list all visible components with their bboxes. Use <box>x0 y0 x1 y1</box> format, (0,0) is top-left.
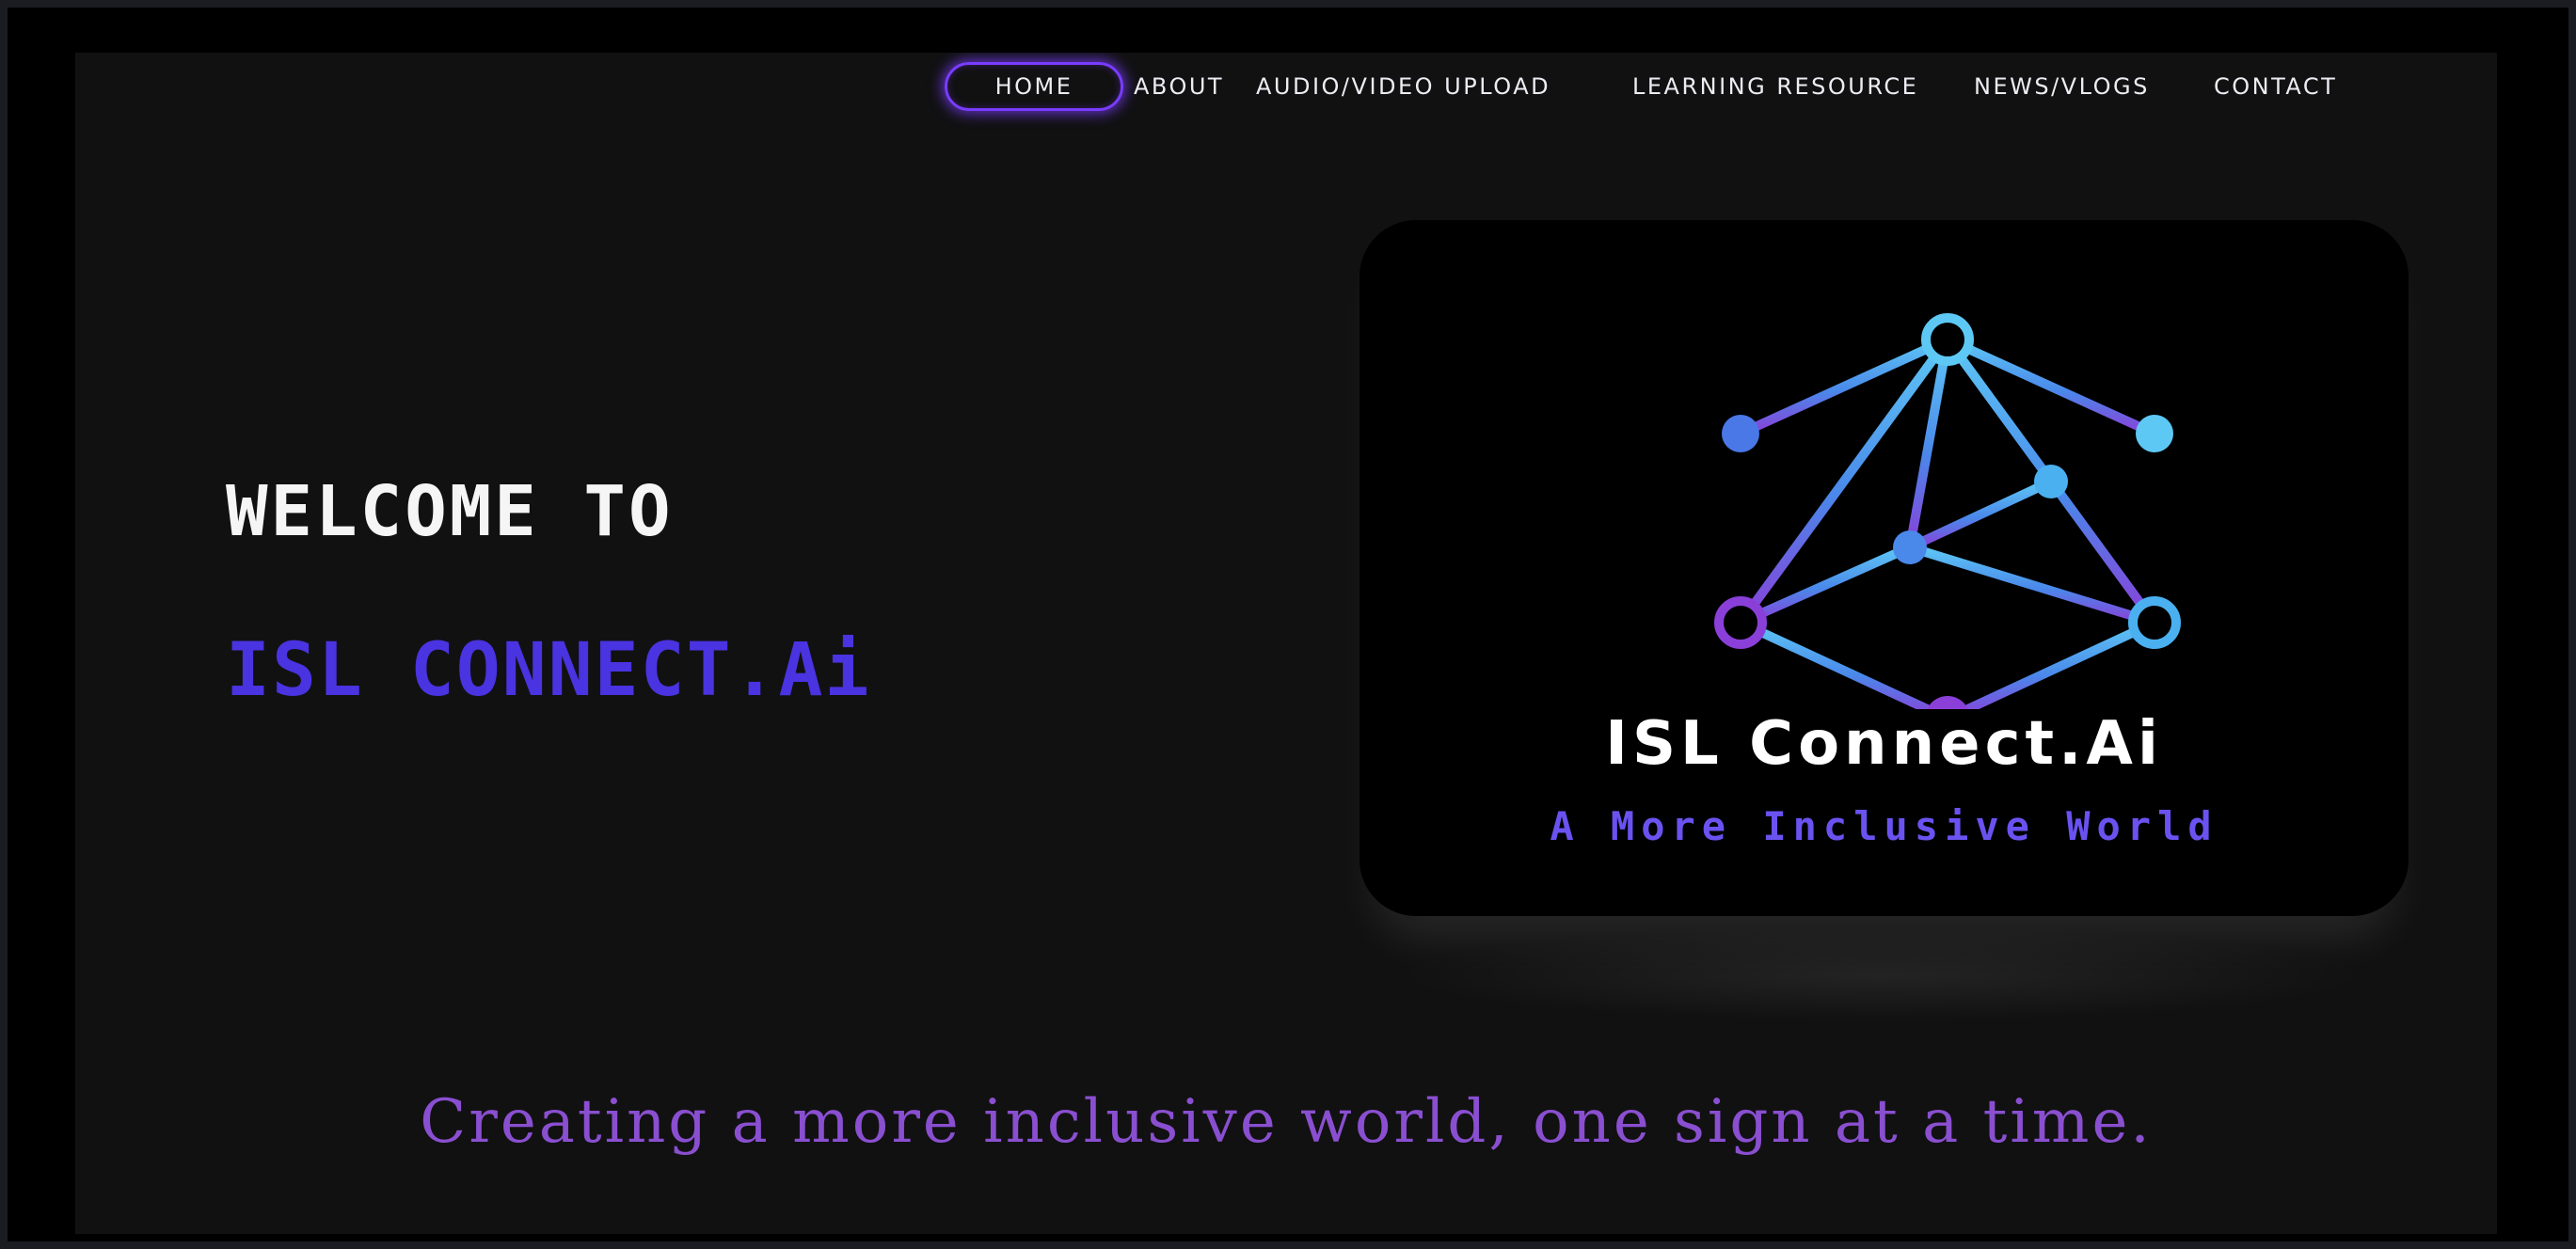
graph-node <box>1893 530 1927 564</box>
network-hexagon-icon <box>1714 313 2181 709</box>
nav-learning-resource-link[interactable]: LEARNING RESOURCE <box>1632 62 1918 111</box>
welcome-heading: WELCOME TO <box>226 471 674 552</box>
nav-about-link[interactable]: ABOUT <box>1134 62 1224 111</box>
brand-heading: ISL CONNECT.Ai <box>226 628 871 713</box>
graph-node <box>2136 415 2173 452</box>
graph-node <box>1927 696 1968 709</box>
nav-contact-link[interactable]: CONTACT <box>2214 62 2337 111</box>
graph-node <box>1714 596 1767 649</box>
slogan-text: Creating a more inclusive world, one sig… <box>420 1087 2153 1157</box>
graph-node <box>2128 596 2181 649</box>
nav-audio-video-upload-link[interactable]: AUDIO/VIDEO UPLOAD <box>1256 62 1550 111</box>
nav-home-link[interactable]: HOME <box>945 62 1123 111</box>
logo-tagline: A More Inclusive World <box>1550 803 2218 849</box>
logo-card: ISL Connect.Ai A More Inclusive World <box>1360 220 2409 916</box>
graph-node <box>1722 415 1759 452</box>
page: HOME ABOUT AUDIO/VIDEO UPLOAD LEARNING R… <box>75 53 2497 1234</box>
main-nav: HOME ABOUT AUDIO/VIDEO UPLOAD LEARNING R… <box>75 53 2497 119</box>
card-shadow <box>1392 927 2371 1021</box>
graph-node <box>1921 313 1974 366</box>
graph-node <box>2034 465 2068 498</box>
logo-name: ISL Connect.Ai <box>1605 709 2163 779</box>
nav-news-vlogs-link[interactable]: NEWS/VLOGS <box>1974 62 2150 111</box>
